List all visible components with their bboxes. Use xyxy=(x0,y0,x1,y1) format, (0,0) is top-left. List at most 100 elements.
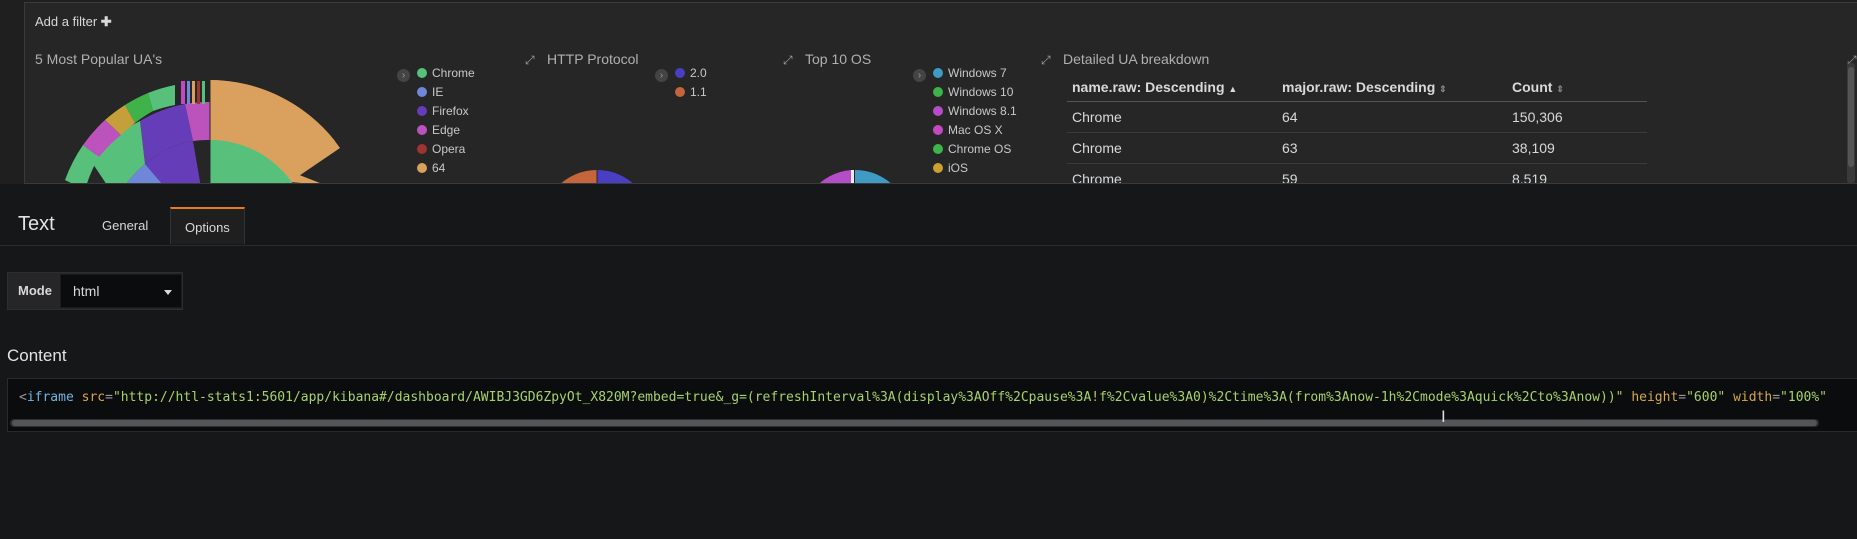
scrollbar-thumb[interactable] xyxy=(12,420,1817,426)
column-header-count[interactable]: Count ⇕ xyxy=(1507,73,1647,102)
table-row: Chrome 63 38,109 xyxy=(1067,132,1647,164)
legend-toggle-icon[interactable]: › xyxy=(397,69,410,82)
pie-chart xyxy=(561,170,633,183)
legend-item[interactable]: Firefox xyxy=(417,102,475,121)
column-header-label: major.raw: Descending xyxy=(1282,79,1436,95)
legend-popular-ua: Chrome IE Firefox Edge Opera 64 xyxy=(417,64,475,178)
legend-item[interactable]: Chrome OS xyxy=(933,140,1017,159)
table-row: Chrome 59 8,519 xyxy=(1067,163,1647,183)
pie-slice-windows-7 xyxy=(855,170,891,183)
code-tag: iframe xyxy=(26,390,74,405)
table-cell: 64 xyxy=(1277,101,1507,133)
table-cell: Chrome xyxy=(1067,132,1277,164)
tab-options[interactable]: Options xyxy=(170,207,245,244)
tab-general[interactable]: General xyxy=(88,207,162,244)
legend-item[interactable]: Mac OS X xyxy=(933,121,1017,140)
code-attr: width xyxy=(1733,390,1773,405)
outer-ring-segment xyxy=(148,85,175,111)
embedded-dashboard-frame: Add a filter ✚ 5 Most Popular UA's ⤢ › C… xyxy=(24,2,1857,184)
table-cell: 63 xyxy=(1277,132,1507,164)
pie-slice-windows-81 xyxy=(819,170,852,183)
legend-label: Chrome xyxy=(432,66,475,80)
legend-label: Windows 8.1 xyxy=(948,104,1017,118)
legend-color xyxy=(933,68,943,78)
panel-ua-breakdown: Detailed UA breakdown ⤢ name.raw: Descen… xyxy=(1061,45,1857,183)
sort-icon: ⇕ xyxy=(1556,84,1564,94)
table-row: Chrome 64 150,306 xyxy=(1067,101,1647,133)
legend-item[interactable]: IE xyxy=(417,83,475,102)
legend-color xyxy=(933,144,943,154)
panel-top-os: Top 10 OS ⤢ › Windows 7 Windows 10 Windo… xyxy=(803,45,1061,183)
legend-item[interactable]: Edge xyxy=(417,121,475,140)
legend-item[interactable]: 2.0 xyxy=(675,64,707,83)
code-string: "100%" xyxy=(1780,390,1828,405)
legend-color xyxy=(417,87,427,97)
legend-label: Edge xyxy=(432,123,461,137)
legend-toggle-icon[interactable]: › xyxy=(655,69,668,82)
pie-slice-1-1 xyxy=(561,170,597,183)
mode-select[interactable]: html xyxy=(60,274,182,308)
dashboard-preview: Add a filter ✚ 5 Most Popular UA's ⤢ › C… xyxy=(0,0,1857,184)
mode-label: Mode xyxy=(18,283,52,298)
legend-label: Opera xyxy=(432,142,466,156)
sort-icon: ⇕ xyxy=(1439,84,1447,94)
add-filter-link[interactable]: Add a filter ✚ xyxy=(35,14,112,30)
legend-top-os: Windows 7 Windows 10 Windows 8.1 Mac OS … xyxy=(933,64,1017,178)
legend-color xyxy=(417,125,427,135)
legend-label: 64 xyxy=(432,161,446,175)
legend-color xyxy=(417,144,427,154)
table-cell: Chrome xyxy=(1067,101,1277,133)
table-scrollbar[interactable] xyxy=(1847,63,1855,183)
content-label: Content xyxy=(7,346,67,365)
legend-item[interactable]: 64 xyxy=(417,159,475,178)
text-cursor-icon: I xyxy=(1441,407,1446,426)
legend-label: Windows 10 xyxy=(948,85,1014,99)
code-attr: src xyxy=(81,390,106,405)
legend-color xyxy=(933,125,943,135)
legend-label: Firefox xyxy=(432,104,469,118)
table-cell: 8,519 xyxy=(1507,163,1647,183)
legend-color xyxy=(933,163,943,173)
legend-item[interactable]: Opera xyxy=(417,140,475,159)
code-string: "600" xyxy=(1686,390,1726,405)
table-header-row: name.raw: Descending ▲ major.raw: Descen… xyxy=(1067,73,1647,102)
legend-label: iOS xyxy=(948,161,969,175)
legend-toggle-icon[interactable]: › xyxy=(913,69,926,82)
table-cell: Chrome xyxy=(1067,163,1277,183)
column-header-name[interactable]: name.raw: Descending ▲ xyxy=(1067,73,1277,102)
panel-editor: Text General Options Mode html Content <… xyxy=(0,184,1857,539)
table-cell: 38,109 xyxy=(1507,132,1647,164)
code-line[interactable]: <iframe src="http://htl-stats1:5601/app/… xyxy=(19,390,1827,405)
code-horizontal-scrollbar[interactable] xyxy=(10,419,1819,427)
legend-color xyxy=(675,87,685,97)
column-header-label: name.raw: Descending xyxy=(1072,79,1225,95)
legend-color xyxy=(933,106,943,116)
content-code-editor[interactable]: <iframe src="http://htl-stats1:5601/app/… xyxy=(7,378,1857,432)
legend-color xyxy=(933,87,943,97)
legend-color xyxy=(417,106,427,116)
filter-bar: Add a filter ✚ xyxy=(25,3,1857,39)
add-filter-label: Add a filter xyxy=(35,14,98,29)
legend-item[interactable]: 1.1 xyxy=(675,83,707,102)
legend-label: 1.1 xyxy=(690,85,707,99)
legend-label: Windows 7 xyxy=(948,66,1007,80)
panel-title: Detailed UA breakdown xyxy=(1063,51,1210,67)
legend-item[interactable]: Chrome xyxy=(417,64,475,83)
legend-color xyxy=(675,68,685,78)
table-cell: 150,306 xyxy=(1507,101,1647,133)
legend-label: Mac OS X xyxy=(948,123,1003,137)
legend-item[interactable]: iOS xyxy=(933,159,1017,178)
legend-color xyxy=(417,68,427,78)
ua-breakdown-table: name.raw: Descending ▲ major.raw: Descen… xyxy=(1067,73,1647,183)
legend-http-protocol: 2.0 1.1 xyxy=(675,64,707,102)
legend-label: Chrome OS xyxy=(948,142,1012,156)
legend-label: 2.0 xyxy=(690,66,707,80)
plus-icon: ✚ xyxy=(100,14,112,29)
code-string: "http://htl-stats1:5601/app/kibana#/dash… xyxy=(112,390,1624,405)
legend-color xyxy=(417,163,427,173)
legend-item[interactable]: Windows 10 xyxy=(933,83,1017,102)
legend-item[interactable]: Windows 7 xyxy=(933,64,1017,83)
column-header-major[interactable]: major.raw: Descending ⇕ xyxy=(1277,73,1507,102)
panel-popular-ua: 5 Most Popular UA's ⤢ › Chrome IE Firefo… xyxy=(25,45,545,183)
legend-item[interactable]: Windows 8.1 xyxy=(933,102,1017,121)
